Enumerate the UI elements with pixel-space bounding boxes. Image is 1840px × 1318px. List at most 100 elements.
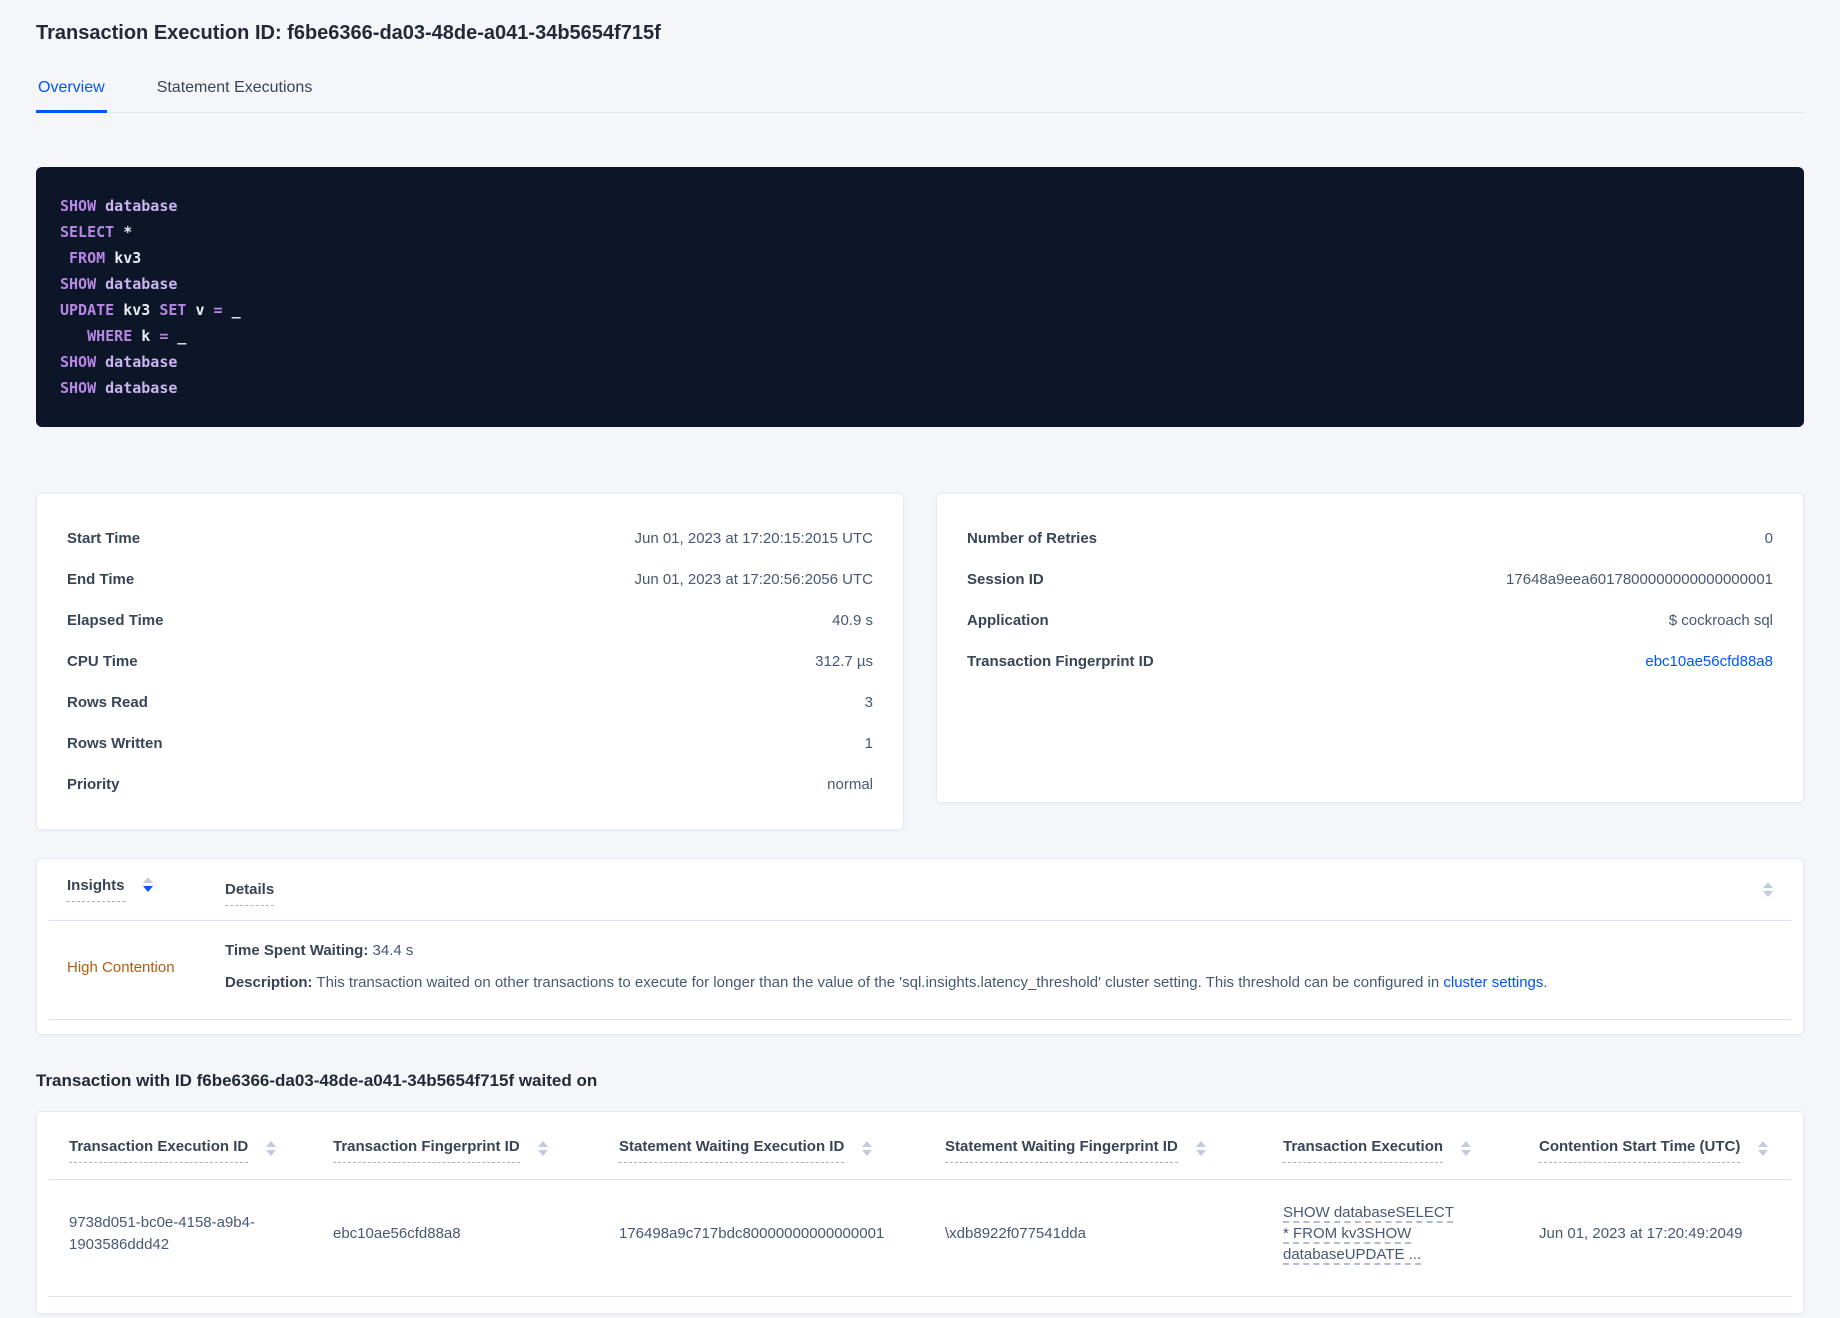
col-transaction-execution[interactable]: Transaction Execution xyxy=(1275,1112,1531,1180)
cluster-settings-link[interactable]: cluster settings xyxy=(1443,974,1543,991)
col-label: Statement Waiting Execution ID xyxy=(619,1138,845,1163)
col-contention-start-time[interactable]: Contention Start Time (UTC) xyxy=(1531,1112,1791,1180)
sort-icon-insights xyxy=(142,877,153,892)
sort-up-icon xyxy=(266,1141,277,1147)
elapsed-time-value: 40.9 s xyxy=(832,612,873,629)
sort-up-icon xyxy=(537,1141,548,1147)
waited-table-header-row: Transaction Execution ID Transaction Fin… xyxy=(49,1112,1791,1180)
priority-label: Priority xyxy=(67,776,120,793)
sort-icon xyxy=(1758,1141,1769,1156)
col-label: Statement Waiting Fingerprint ID xyxy=(945,1138,1178,1163)
sort-up-icon xyxy=(1195,1141,1206,1147)
insight-type-badge: High Contention xyxy=(67,958,175,976)
start-time-label: Start Time xyxy=(67,530,141,547)
summary-row-cpu-time: CPU Time 312.7 µs xyxy=(67,641,873,682)
sort-down-icon xyxy=(266,1150,277,1156)
sql-statement-box: SHOW database SELECT * FROM kv3 SHOW datab… xyxy=(36,167,1804,427)
sql-code: SHOW database SELECT * FROM kv3 SHOW datab… xyxy=(60,197,241,397)
col-label: Transaction Execution xyxy=(1283,1138,1444,1163)
waited-on-table: Transaction Execution ID Transaction Fin… xyxy=(49,1112,1791,1297)
sort-up-icon xyxy=(1763,882,1773,888)
cpu-time-label: CPU Time xyxy=(67,653,138,670)
cpu-time-value: 312.7 µs xyxy=(815,653,873,670)
summary-row-rows-read: Rows Read 3 xyxy=(67,682,873,723)
col-statement-waiting-execution-id[interactable]: Statement Waiting Execution ID xyxy=(611,1112,937,1180)
sort-down-icon xyxy=(537,1150,548,1156)
insights-card: Insights Details High Contention Time Sp… xyxy=(36,858,1804,1035)
sort-down-icon xyxy=(1758,1150,1769,1156)
sort-icon xyxy=(1461,1141,1472,1156)
description-line: Description: This transaction waited on … xyxy=(225,973,1773,993)
sort-up-icon xyxy=(142,877,153,883)
end-time-label: End Time xyxy=(67,571,135,588)
col-transaction-fingerprint-id[interactable]: Transaction Fingerprint ID xyxy=(325,1112,611,1180)
sort-icon xyxy=(862,1141,873,1156)
cell-statement-waiting-fingerprint-id: \xdb8922f077541dda xyxy=(937,1179,1275,1297)
insights-row: High Contention Time Spent Waiting: 34.4… xyxy=(49,921,1791,1020)
summary-row-retries: Number of Retries 0 xyxy=(967,518,1773,559)
tab-overview[interactable]: Overview xyxy=(36,71,107,113)
page-title: Transaction Execution ID: f6be6366-da03-… xyxy=(36,22,661,44)
retries-value: 0 xyxy=(1764,530,1773,547)
col-label: Contention Start Time (UTC) xyxy=(1539,1138,1741,1163)
summary-row-txn-fingerprint: Transaction Fingerprint ID ebc10ae56cfd8… xyxy=(967,641,1773,682)
tab-statement-executions[interactable]: Statement Executions xyxy=(155,71,315,113)
application-value: $ cockroach sql xyxy=(1668,612,1773,629)
txn-fingerprint-link[interactable]: ebc10ae56cfd88a8 xyxy=(1645,653,1773,670)
insights-table-header: Insights Details xyxy=(49,859,1791,921)
cell-transaction-execution-id: 9738d051-bc0e-4158-a9b4-1903586ddd42 xyxy=(49,1179,325,1297)
session-id-value: 17648a9eea6017800000000000000001 xyxy=(1506,571,1773,588)
rows-read-value: 3 xyxy=(864,694,873,711)
summary-card-left: Start Time Jun 01, 2023 at 17:20:15:2015… xyxy=(36,493,904,830)
description-suffix: . xyxy=(1543,974,1548,991)
col-statement-waiting-fingerprint-id[interactable]: Statement Waiting Fingerprint ID xyxy=(937,1112,1275,1180)
waited-table-row: 9738d051-bc0e-4158-a9b4-1903586ddd42 ebc… xyxy=(49,1179,1791,1297)
tab-bar: Overview Statement Executions xyxy=(36,71,1804,113)
col-label: Transaction Fingerprint ID xyxy=(333,1138,520,1163)
transaction-execution-link[interactable]: SHOW databaseSELECT * FROM kv3SHOW datab… xyxy=(1283,1202,1461,1265)
details-column-label: Details xyxy=(225,880,275,906)
priority-value: normal xyxy=(827,776,873,793)
transaction-execution-id-value: 9738d051-bc0e-4158-a9b4-1903586ddd42 xyxy=(69,1214,255,1253)
summary-card-right: Number of Retries 0 Session ID 17648a9ee… xyxy=(936,493,1804,803)
sort-icon xyxy=(1195,1141,1206,1156)
sort-up-icon xyxy=(1461,1141,1472,1147)
description-text: This transaction waited on other transac… xyxy=(312,974,1444,991)
sort-down-icon xyxy=(1461,1150,1472,1156)
summary-row-elapsed-time: Elapsed Time 40.9 s xyxy=(67,600,873,641)
application-label: Application xyxy=(967,612,1049,629)
time-spent-waiting-value: 34.4 s xyxy=(368,942,414,959)
sort-icon-right xyxy=(1763,882,1773,897)
summary-row-application: Application $ cockroach sql xyxy=(967,600,1773,641)
rows-read-label: Rows Read xyxy=(67,694,148,711)
contention-start-time-value: Jun 01, 2023 at 17:20:49:2049 xyxy=(1539,1225,1743,1242)
sort-up-icon xyxy=(1758,1141,1769,1147)
details-column-header[interactable]: Details xyxy=(225,880,275,906)
rows-written-label: Rows Written xyxy=(67,735,163,752)
waited-on-heading: Transaction with ID f6be6366-da03-48de-a… xyxy=(36,1071,598,1090)
time-spent-waiting-line: Time Spent Waiting: 34.4 s xyxy=(225,941,1773,961)
rows-written-value: 1 xyxy=(864,735,873,752)
time-spent-waiting-label: Time Spent Waiting: xyxy=(225,942,369,959)
sort-up-icon xyxy=(862,1141,873,1147)
session-id-label: Session ID xyxy=(967,571,1044,588)
summary-row-end-time: End Time Jun 01, 2023 at 17:20:56:2056 U… xyxy=(67,559,873,600)
transaction-fingerprint-id-value: ebc10ae56cfd88a8 xyxy=(333,1225,461,1242)
sort-icon xyxy=(537,1141,548,1156)
cell-transaction-fingerprint-id: ebc10ae56cfd88a8 xyxy=(325,1179,611,1297)
txn-fingerprint-label: Transaction Fingerprint ID xyxy=(967,653,1154,670)
insights-column-header[interactable]: Insights xyxy=(67,877,225,902)
col-label: Transaction Execution ID xyxy=(69,1138,249,1163)
insight-details: Time Spent Waiting: 34.4 s Description: … xyxy=(225,941,1773,993)
sort-down-icon xyxy=(142,886,153,892)
statement-waiting-execution-id-value: 176498a9c717bdc80000000000000001 xyxy=(619,1225,885,1242)
end-time-value: Jun 01, 2023 at 17:20:56:2056 UTC xyxy=(634,571,873,588)
col-transaction-execution-id[interactable]: Transaction Execution ID xyxy=(49,1112,325,1180)
waited-on-card: Transaction Execution ID Transaction Fin… xyxy=(36,1111,1804,1314)
description-label: Description: xyxy=(225,974,313,991)
insights-column-label: Insights xyxy=(67,877,125,902)
cell-contention-start-time: Jun 01, 2023 at 17:20:49:2049 xyxy=(1531,1179,1791,1297)
summary-row-start-time: Start Time Jun 01, 2023 at 17:20:15:2015… xyxy=(67,518,873,559)
summary-row-rows-written: Rows Written 1 xyxy=(67,723,873,764)
sort-down-icon xyxy=(862,1150,873,1156)
